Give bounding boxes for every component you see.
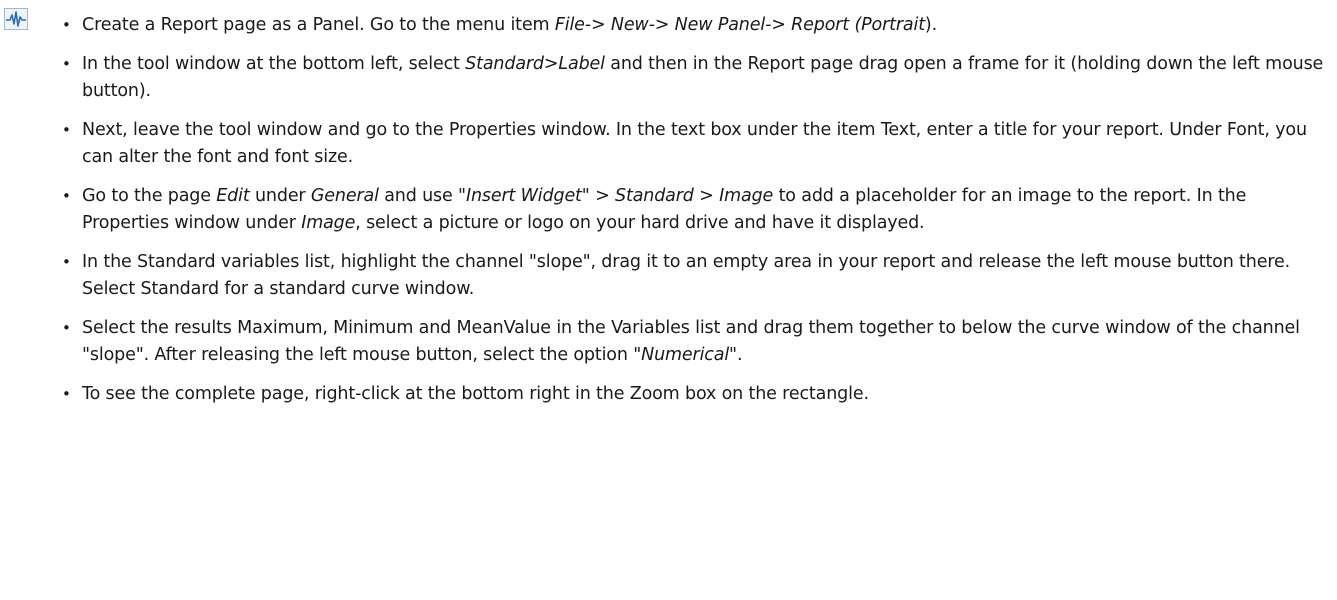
italic-text: General — [310, 186, 379, 206]
text-segment: To see the complete page, right-click at… — [82, 384, 869, 404]
list-item: • Create a Report page as a Panel. Go to … — [62, 12, 1332, 39]
list-item: • Next, leave the tool window and go to t… — [62, 117, 1332, 171]
text-segment: Next, leave the tool window and go to th… — [82, 120, 1307, 167]
italic-text: Edit — [216, 186, 250, 206]
italic-text: Image — [301, 213, 356, 233]
text-segment: , select a picture or logo on your hard … — [355, 213, 925, 233]
bullet-icon: • — [62, 55, 71, 73]
list-item: • Select the results Maximum, Minimum and… — [62, 315, 1332, 369]
text-segment: ). — [924, 15, 937, 35]
text-segment: Create a Report page as a Panel. Go to t… — [82, 15, 555, 35]
italic-text: Standard>Label — [465, 54, 605, 74]
signal-waveform-icon — [4, 8, 28, 30]
text-segment: Go to the page — [82, 186, 217, 206]
text-segment: " > — [581, 186, 616, 206]
text-segment: under — [249, 186, 311, 206]
text-segment: In the tool window at the bottom left, s… — [82, 54, 466, 74]
list-item: • Go to the page Edit under General and u… — [62, 183, 1332, 237]
bullet-icon: • — [62, 187, 71, 205]
italic-text: Insert Widget — [465, 186, 582, 206]
bullet-icon: • — [62, 253, 71, 271]
text-segment: In the Standard variables list, highligh… — [82, 252, 1291, 299]
list-item: • In the Standard variables list, highlig… — [62, 249, 1332, 303]
list-item: • In the tool window at the bottom left, … — [62, 51, 1332, 105]
text-segment: and use " — [378, 186, 466, 206]
italic-text: Numerical — [641, 345, 730, 365]
bullet-icon: • — [62, 16, 71, 34]
list-item: • To see the complete page, right-click a… — [62, 381, 1332, 408]
text-segment: ". — [729, 345, 743, 365]
bullet-icon: • — [62, 319, 71, 337]
italic-text: File-> New-> New Panel-> Report (Portrai… — [554, 15, 925, 35]
italic-text: Standard > Image — [615, 186, 774, 206]
instruction-list: • Create a Report page as a Panel. Go to … — [62, 12, 1332, 408]
bullet-icon: • — [62, 121, 71, 139]
bullet-icon: • — [62, 385, 71, 403]
